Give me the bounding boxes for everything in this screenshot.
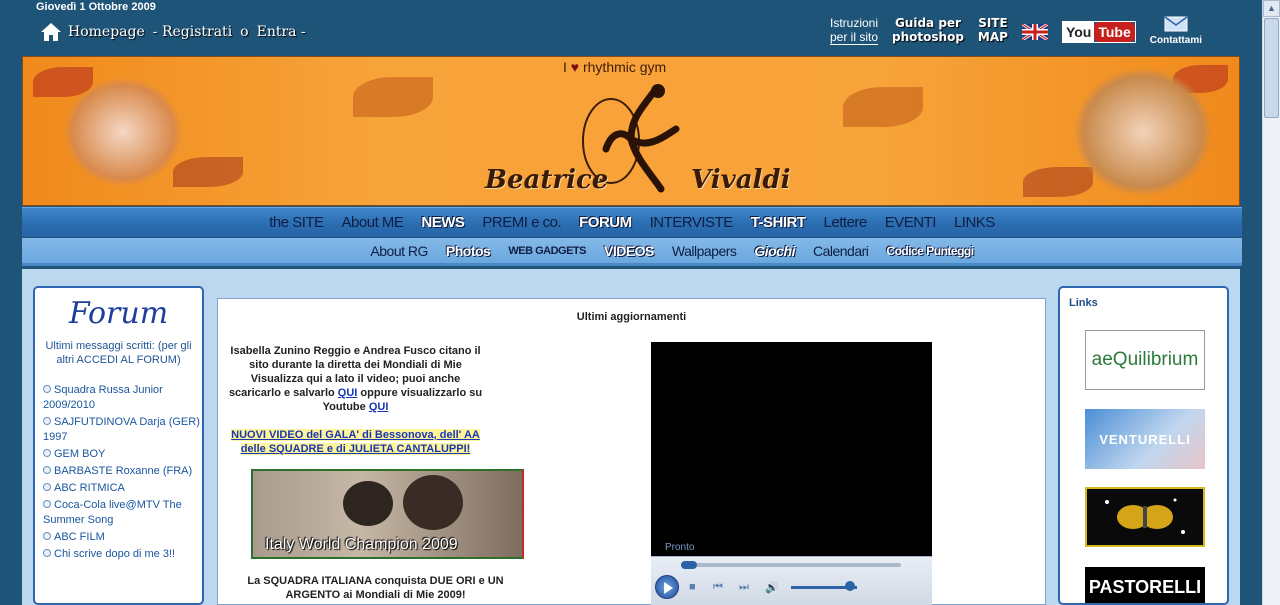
menu-about-rg[interactable]: About RG (370, 243, 428, 259)
leaf-decoration (173, 157, 243, 187)
menu-web-gadgets[interactable]: WEB GADGETS (508, 245, 586, 257)
volume-icon[interactable]: 🔊 (765, 581, 779, 594)
italy-team-news: La SQUADRA ITALIANA conquista DUE ORI e … (247, 575, 504, 601)
user-nav: Homepage - Registrati o Entra - (40, 22, 314, 42)
contact-link[interactable]: Contattami (1150, 16, 1202, 46)
gymnast-photo (343, 481, 393, 526)
sub-menu: About RG Photos WEB GADGETS VIDEOS Wallp… (22, 238, 1242, 266)
photoshop-guide-link[interactable]: Guida per photoshop (892, 16, 964, 44)
list-item[interactable]: ABC FILM (43, 530, 202, 545)
image-caption: Italy World Champion 2009 (265, 536, 458, 553)
home-icon[interactable] (40, 22, 62, 42)
or-label: o (240, 24, 249, 40)
menu-links[interactable]: LINKS (954, 214, 995, 231)
menu-interviste[interactable]: INTERVISTE (650, 214, 734, 231)
list-item[interactable]: Chi scrive dopo di me 3!! (43, 547, 202, 562)
bullet-icon (43, 449, 51, 457)
youtube-link[interactable]: You Tube (1061, 21, 1136, 43)
gymnast-left-image (63, 77, 183, 187)
venturelli-banner[interactable]: VENTURELLI (1085, 409, 1205, 469)
menu-the-site[interactable]: the SITE (269, 214, 324, 231)
forum-title[interactable]: Forum (35, 296, 202, 331)
menu-calendari[interactable]: Calendari (813, 243, 869, 259)
bullet-icon (43, 500, 51, 508)
download-link[interactable]: QUI (338, 387, 358, 399)
heart-icon: ♥ (570, 59, 580, 75)
volume-knob[interactable] (845, 581, 855, 591)
previous-icon[interactable]: ⏮ (713, 581, 723, 594)
bullet-icon (43, 549, 51, 557)
forum-panel: Forum Ultimi messaggi scritti: (per gli … (33, 286, 204, 605)
sitemap-link[interactable]: SITE MAP (978, 16, 1008, 44)
list-item[interactable]: BARBASTE Roxanne (FRA) (43, 464, 202, 479)
menu-wallpapers[interactable]: Wallpapers (672, 243, 737, 259)
pastorelli-banner[interactable]: PASTORELLI (1085, 567, 1205, 603)
player-controls: ■ ⏮ ⏭ 🔊 (651, 556, 932, 605)
login-link[interactable]: Entra - (257, 24, 306, 40)
play-button[interactable] (655, 575, 679, 599)
site-banner[interactable]: I ♥ rhythmic gym Beatrice Vivaldi (22, 56, 1240, 206)
instructions-link[interactable]: Istruzioni per il sito (830, 16, 879, 45)
aequilibrium-banner[interactable]: aeQuilibrium (1085, 330, 1205, 390)
menu-premi[interactable]: PREMI e co. (482, 214, 561, 231)
menu-photos[interactable]: Photos (446, 243, 491, 259)
bullet-icon (43, 466, 51, 474)
bullet-icon (43, 417, 51, 425)
top-right-nav: Istruzioni per il sito Guida per photosh… (830, 16, 1202, 46)
banner-first-name: Beatrice (485, 165, 609, 195)
menu-videos[interactable]: VIDEOS (604, 243, 654, 259)
homepage-link[interactable]: Homepage (68, 24, 145, 40)
gymnast-photo (403, 475, 463, 530)
envelope-icon (1164, 16, 1188, 32)
page-scrollbar[interactable]: ▲ (1262, 0, 1280, 605)
leaf-decoration (353, 77, 433, 117)
menu-news[interactable]: NEWS (421, 214, 465, 231)
seek-knob[interactable] (681, 561, 697, 569)
updates-text: Isabella Zunino Reggio e Andrea Fusco ci… (228, 345, 483, 455)
italy-champion-image[interactable]: Italy World Champion 2009 (251, 469, 524, 559)
menu-eventi[interactable]: EVENTI (885, 214, 937, 231)
links-title: Links (1069, 297, 1098, 309)
uk-flag-icon[interactable] (1021, 24, 1048, 40)
banner-tagline: I ♥ rhythmic gym (563, 59, 667, 75)
list-item[interactable]: ABC RITMICA (43, 481, 202, 496)
menu-about-me[interactable]: About ME (342, 214, 404, 231)
list-item[interactable]: Coca-Cola live@MTV The Summer Song (43, 498, 202, 528)
video-player[interactable]: Pronto ■ ⏮ ⏭ 🔊 (651, 342, 932, 605)
forum-subtitle[interactable]: Ultimi messaggi scritti: (per gli altri … (35, 339, 202, 367)
list-item[interactable]: GEM BOY (43, 447, 202, 462)
menu-codice-punteggi[interactable]: Codice Punteggi (886, 244, 974, 258)
menu-tshirt[interactable]: T-SHIRT (751, 214, 806, 231)
bullet-icon (43, 385, 51, 393)
bullet-icon (43, 532, 51, 540)
butterfly-icon (1105, 498, 1185, 534)
menu-forum[interactable]: FORUM (579, 214, 632, 231)
updates-panel: Ultimi aggiornamenti Isabella Zunino Reg… (217, 298, 1046, 605)
current-date: Giovedì 1 Ottobre 2009 (36, 1, 156, 13)
player-status: Pronto (665, 542, 695, 553)
scroll-thumb[interactable] (1264, 18, 1279, 118)
leaf-decoration (843, 87, 923, 127)
sparkle-banner[interactable] (1085, 487, 1205, 547)
list-item[interactable]: Squadra Russa Junior 2009/2010 (43, 383, 202, 413)
menu-lettere[interactable]: Lettere (824, 214, 868, 231)
menu-giochi[interactable]: Giochi (754, 243, 795, 259)
updates-title: Ultimi aggiornamenti (576, 311, 687, 323)
seek-bar[interactable] (681, 561, 901, 569)
bullet-icon (43, 483, 51, 491)
leaf-decoration (1023, 167, 1093, 197)
banner-last-name: Vivaldi (691, 165, 791, 195)
list-item[interactable]: SAJFUTDINOVA Darja (GER) 1997 (43, 415, 202, 445)
next-icon[interactable]: ⏭ (739, 581, 749, 594)
new-videos-link[interactable]: NUOVI VIDEO del GALA' di Bessonova, dell… (231, 429, 480, 455)
top-bar: Giovedì 1 Ottobre 2009 Homepage - Regist… (0, 0, 1262, 55)
forum-list: Squadra Russa Junior 2009/2010 SAJFUTDIN… (35, 383, 202, 562)
main-menu: the SITE About ME NEWS PREMI e co. FORUM… (22, 207, 1242, 237)
gymnast-right-image (1073, 67, 1213, 197)
youtube-video-link[interactable]: QUI (369, 401, 389, 413)
links-panel: Links aeQuilibrium VENTURELLI PASTORELLI (1058, 286, 1229, 605)
scroll-up-arrow-icon[interactable]: ▲ (1263, 0, 1280, 17)
stop-icon[interactable]: ■ (689, 581, 696, 593)
register-link[interactable]: - Registrati (153, 24, 232, 40)
